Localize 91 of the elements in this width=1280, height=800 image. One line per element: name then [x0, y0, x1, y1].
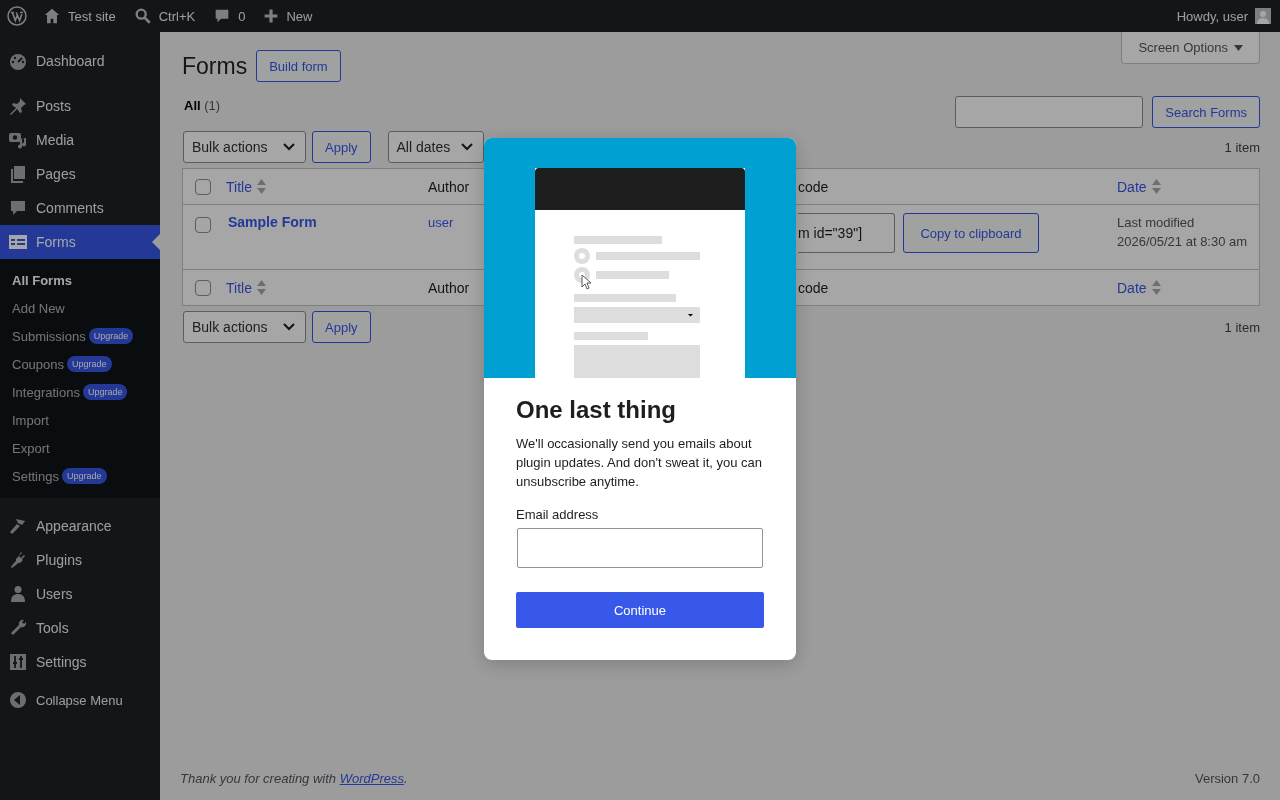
- column-header: Author: [428, 178, 470, 195]
- home-icon: [43, 7, 61, 25]
- apply-button[interactable]: Apply: [312, 131, 371, 163]
- comment-icon: [8, 198, 28, 218]
- upgrade-tag: Upgrade: [62, 468, 107, 484]
- menu-item[interactable]: Dashboard: [0, 44, 160, 78]
- collapse-menu-button[interactable]: Collapse Menu: [0, 684, 160, 716]
- author-link[interactable]: user: [428, 205, 454, 230]
- avatar-icon: [1255, 8, 1271, 24]
- shortcode-field[interactable]: m id="39"]: [798, 213, 895, 253]
- column-sort-link[interactable]: Date: [1117, 279, 1147, 296]
- date-status: Last modified: [1117, 214, 1195, 232]
- sort-icon: [256, 179, 266, 194]
- submenu-item[interactable]: All Forms: [12, 272, 72, 288]
- checkbox[interactable]: [195, 279, 211, 296]
- search-field[interactable]: [955, 96, 1144, 128]
- submenu-item[interactable]: Import: [12, 412, 49, 428]
- submenu-item[interactable]: Coupons: [12, 356, 65, 372]
- menu-item[interactable]: Tools: [0, 611, 160, 645]
- sort-icon: [256, 280, 266, 295]
- menu-item[interactable]: Posts: [0, 89, 160, 123]
- menu-item[interactable]: Forms: [0, 225, 160, 259]
- chevron-down-icon: [460, 143, 473, 151]
- upgrade-tag: Upgrade: [82, 384, 128, 400]
- sort-icon: [1151, 280, 1161, 295]
- user-icon: [8, 584, 28, 604]
- column-sort-link[interactable]: Title: [226, 178, 252, 195]
- menu-item[interactable]: Users: [0, 577, 160, 611]
- checkbox[interactable]: [195, 217, 211, 233]
- chevron-down-icon: [283, 323, 295, 331]
- menu-item[interactable]: Plugins: [0, 543, 160, 577]
- plus-icon: [263, 8, 280, 24]
- collapse-icon: [8, 690, 28, 710]
- search-forms-button[interactable]: Search Forms: [1152, 96, 1260, 128]
- email-field[interactable]: [517, 528, 763, 568]
- build-form-button[interactable]: Build form: [256, 50, 341, 82]
- view-filter-link[interactable]: All (1): [184, 98, 221, 113]
- pages-icon: [8, 164, 28, 184]
- column-header: code: [798, 178, 829, 195]
- column-sort-link[interactable]: Title: [226, 279, 252, 296]
- footer-thanks-text: Thank you for creating with WordPress.: [180, 771, 408, 786]
- camera-music-icon: [8, 130, 28, 150]
- site-link[interactable]: Test site: [34, 0, 125, 32]
- submenu-item[interactable]: Add New: [12, 300, 65, 316]
- column-header: Author: [428, 279, 470, 296]
- upgrade-tag: Upgrade: [67, 356, 112, 372]
- item-count: 1 item: [1224, 139, 1260, 155]
- submenu-item[interactable]: Submissions: [12, 328, 86, 344]
- form-icon: [8, 232, 28, 252]
- dashboard-icon: [8, 51, 28, 71]
- checkbox[interactable]: [195, 178, 211, 195]
- form-title-link[interactable]: Sample Form: [226, 205, 317, 230]
- menu-item[interactable]: Settings: [0, 645, 160, 679]
- account-link[interactable]: Howdy, user: [1167, 0, 1280, 32]
- chevron-down-icon: [283, 143, 295, 151]
- item-count: 1 item: [1224, 319, 1260, 335]
- page-title: Forms: [182, 52, 248, 80]
- dates-dropdown[interactable]: All dates: [387, 131, 484, 163]
- search-link[interactable]: Ctrl+K: [124, 0, 205, 32]
- search-icon: [133, 7, 152, 25]
- screen-options-tab[interactable]: Screen Options: [1121, 32, 1260, 64]
- modal-description: We'll occasionally send you emails about plugin updates. And don't sweat it, you can unsubscribe anytime.: [516, 435, 764, 491]
- pin-icon: [8, 96, 28, 116]
- comments-link[interactable]: 0: [204, 0, 255, 32]
- submenu-item[interactable]: Integrations: [12, 384, 80, 400]
- modal-title: One last thing: [516, 396, 677, 424]
- plug-icon: [8, 550, 28, 570]
- bulk-actions-dropdown[interactable]: Bulk actions: [183, 131, 306, 163]
- paintbrush-icon: [8, 516, 28, 536]
- column-sort-link[interactable]: Date: [1117, 178, 1147, 195]
- email-label: Email address: [516, 507, 600, 522]
- submenu-item[interactable]: Export: [12, 440, 50, 456]
- continue-button[interactable]: Continue: [516, 592, 764, 628]
- submenu-item[interactable]: Settings: [12, 468, 59, 484]
- menu-item[interactable]: Appearance: [0, 509, 160, 543]
- menu-item[interactable]: Comments: [0, 191, 160, 225]
- upgrade-tag: Upgrade: [88, 328, 134, 344]
- copy-button[interactable]: Copy to clipboard: [903, 213, 1039, 253]
- menu-item[interactable]: Pages: [0, 157, 160, 191]
- wordpress-logo-icon[interactable]: [7, 6, 27, 26]
- sort-icon: [1151, 179, 1161, 194]
- column-header: code: [798, 279, 829, 296]
- menu-item[interactable]: Media: [0, 123, 160, 157]
- bulk-actions-dropdown[interactable]: Bulk actions: [183, 311, 306, 343]
- apply-button[interactable]: Apply: [312, 311, 371, 343]
- wordpress-link[interactable]: WordPress: [339, 771, 404, 786]
- date-text: 2026/05/21 at 8:30 am: [1117, 233, 1248, 251]
- sliders-icon: [8, 652, 28, 672]
- caret-icon: [1234, 44, 1243, 51]
- version-text: Version 7.0: [1194, 771, 1260, 786]
- new-link[interactable]: New: [254, 0, 322, 32]
